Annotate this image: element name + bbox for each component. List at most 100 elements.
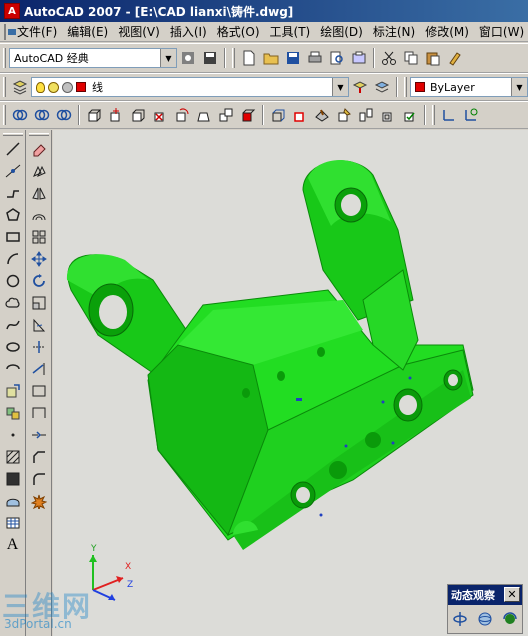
menu-view[interactable]: 视图(V) (113, 23, 165, 40)
toolbar-grip[interactable] (3, 105, 6, 125)
menu-insert[interactable]: 插入(I) (165, 23, 212, 40)
separate-icon[interactable] (355, 104, 377, 126)
orbit-panel-header[interactable]: 动态观察 ✕ (448, 585, 522, 605)
arc-icon[interactable] (2, 248, 24, 270)
offset-icon[interactable] (28, 204, 50, 226)
layer-previous-icon[interactable] (371, 76, 393, 98)
cut-icon[interactable] (378, 47, 400, 69)
shell-icon[interactable] (377, 104, 399, 126)
color-dropdown[interactable]: ByLayer ▼ (410, 77, 528, 97)
imprint-icon[interactable] (311, 104, 333, 126)
menu-tools[interactable]: 工具(T) (265, 23, 316, 40)
open-file-icon[interactable] (260, 47, 282, 69)
line-icon[interactable] (2, 138, 24, 160)
point-icon[interactable] (2, 424, 24, 446)
taper-faces-icon[interactable] (193, 104, 215, 126)
color-edges-icon[interactable] (289, 104, 311, 126)
delete-faces-icon[interactable] (149, 104, 171, 126)
color-faces-icon[interactable] (237, 104, 259, 126)
intersect-icon[interactable] (53, 104, 75, 126)
match-properties-icon[interactable] (444, 47, 466, 69)
constrained-orbit-icon[interactable] (449, 608, 471, 630)
ucs-world-icon[interactable] (460, 104, 482, 126)
menu-edit[interactable]: 编辑(E) (62, 23, 113, 40)
chevron-down-icon[interactable]: ▼ (160, 49, 176, 67)
save-workspace-icon[interactable] (199, 47, 221, 69)
insert-block-icon[interactable] (2, 380, 24, 402)
autocad-app-icon[interactable]: A (4, 3, 20, 19)
layer-dropdown[interactable]: 线 ▼ (31, 77, 349, 97)
copy-object-icon[interactable] (28, 160, 50, 182)
menu-draw[interactable]: 绘图(D) (315, 23, 368, 40)
gradient-icon[interactable] (2, 468, 24, 490)
ellipse-icon[interactable] (2, 336, 24, 358)
move-faces-icon[interactable] (105, 104, 127, 126)
erase-icon[interactable] (28, 138, 50, 160)
break-icon[interactable] (28, 402, 50, 424)
hatch-icon[interactable] (2, 446, 24, 468)
copy-icon[interactable] (400, 47, 422, 69)
ucs-icon[interactable] (438, 104, 460, 126)
rotate-faces-icon[interactable] (171, 104, 193, 126)
check-icon[interactable] (399, 104, 421, 126)
rectangle-icon[interactable] (2, 226, 24, 248)
toolbar-grip[interactable] (232, 48, 235, 68)
save-icon[interactable] (282, 47, 304, 69)
scale-icon[interactable] (28, 292, 50, 314)
toolbar-grip[interactable] (3, 77, 6, 97)
array-icon[interactable] (28, 226, 50, 248)
ellipse-arc-icon[interactable] (2, 358, 24, 380)
union-icon[interactable] (9, 104, 31, 126)
free-orbit-icon[interactable] (474, 608, 496, 630)
join-icon[interactable] (28, 424, 50, 446)
chevron-down-icon[interactable]: ▼ (332, 78, 348, 96)
menu-window[interactable]: 窗口(W) (474, 23, 528, 40)
make-object-layer-current-icon[interactable] (349, 76, 371, 98)
multiline-text-icon[interactable]: A (2, 534, 24, 556)
publish-icon[interactable] (348, 47, 370, 69)
chamfer-icon[interactable] (28, 446, 50, 468)
region-icon[interactable] (2, 490, 24, 512)
menu-dimension[interactable]: 标注(N) (368, 23, 420, 40)
chevron-down-icon[interactable]: ▼ (511, 78, 527, 96)
revision-cloud-icon[interactable] (2, 292, 24, 314)
offset-faces-icon[interactable] (127, 104, 149, 126)
layer-manager-icon[interactable] (9, 76, 31, 98)
toolbar-grip[interactable] (28, 133, 49, 136)
subtract-icon[interactable] (31, 104, 53, 126)
workspace-dropdown[interactable]: AutoCAD 经典 ▼ (9, 48, 177, 68)
trim-icon[interactable] (28, 336, 50, 358)
drawing-canvas[interactable]: Y X Z (53, 130, 528, 636)
toolbar-grip[interactable] (3, 48, 6, 68)
close-icon[interactable]: ✕ (504, 587, 520, 602)
workspace-settings-icon[interactable] (177, 47, 199, 69)
copy-edges-icon[interactable] (267, 104, 289, 126)
extrude-faces-icon[interactable] (83, 104, 105, 126)
plot-preview-icon[interactable] (326, 47, 348, 69)
menu-modify[interactable]: 修改(M) (420, 23, 474, 40)
rotate-icon[interactable] (28, 270, 50, 292)
stretch-icon[interactable] (28, 314, 50, 336)
continuous-orbit-icon[interactable] (499, 608, 521, 630)
new-file-icon[interactable] (238, 47, 260, 69)
document-icon[interactable] (4, 23, 16, 40)
fillet-icon[interactable] (28, 468, 50, 490)
circle-icon[interactable] (2, 270, 24, 292)
menu-format[interactable]: 格式(O) (212, 23, 265, 40)
plot-icon[interactable] (304, 47, 326, 69)
break-at-point-icon[interactable] (28, 380, 50, 402)
construction-line-icon[interactable] (2, 160, 24, 182)
move-icon[interactable] (28, 248, 50, 270)
menu-file[interactable]: 文件(F) (12, 23, 62, 40)
extend-icon[interactable] (28, 358, 50, 380)
toolbar-grip[interactable] (404, 77, 407, 97)
make-block-icon[interactable] (2, 402, 24, 424)
toolbar-grip[interactable] (2, 133, 23, 136)
explode-icon[interactable] (28, 490, 50, 512)
polyline-icon[interactable] (2, 182, 24, 204)
polygon-icon[interactable] (2, 204, 24, 226)
paste-icon[interactable] (422, 47, 444, 69)
copy-faces-icon[interactable] (215, 104, 237, 126)
spline-icon[interactable] (2, 314, 24, 336)
table-icon[interactable] (2, 512, 24, 534)
